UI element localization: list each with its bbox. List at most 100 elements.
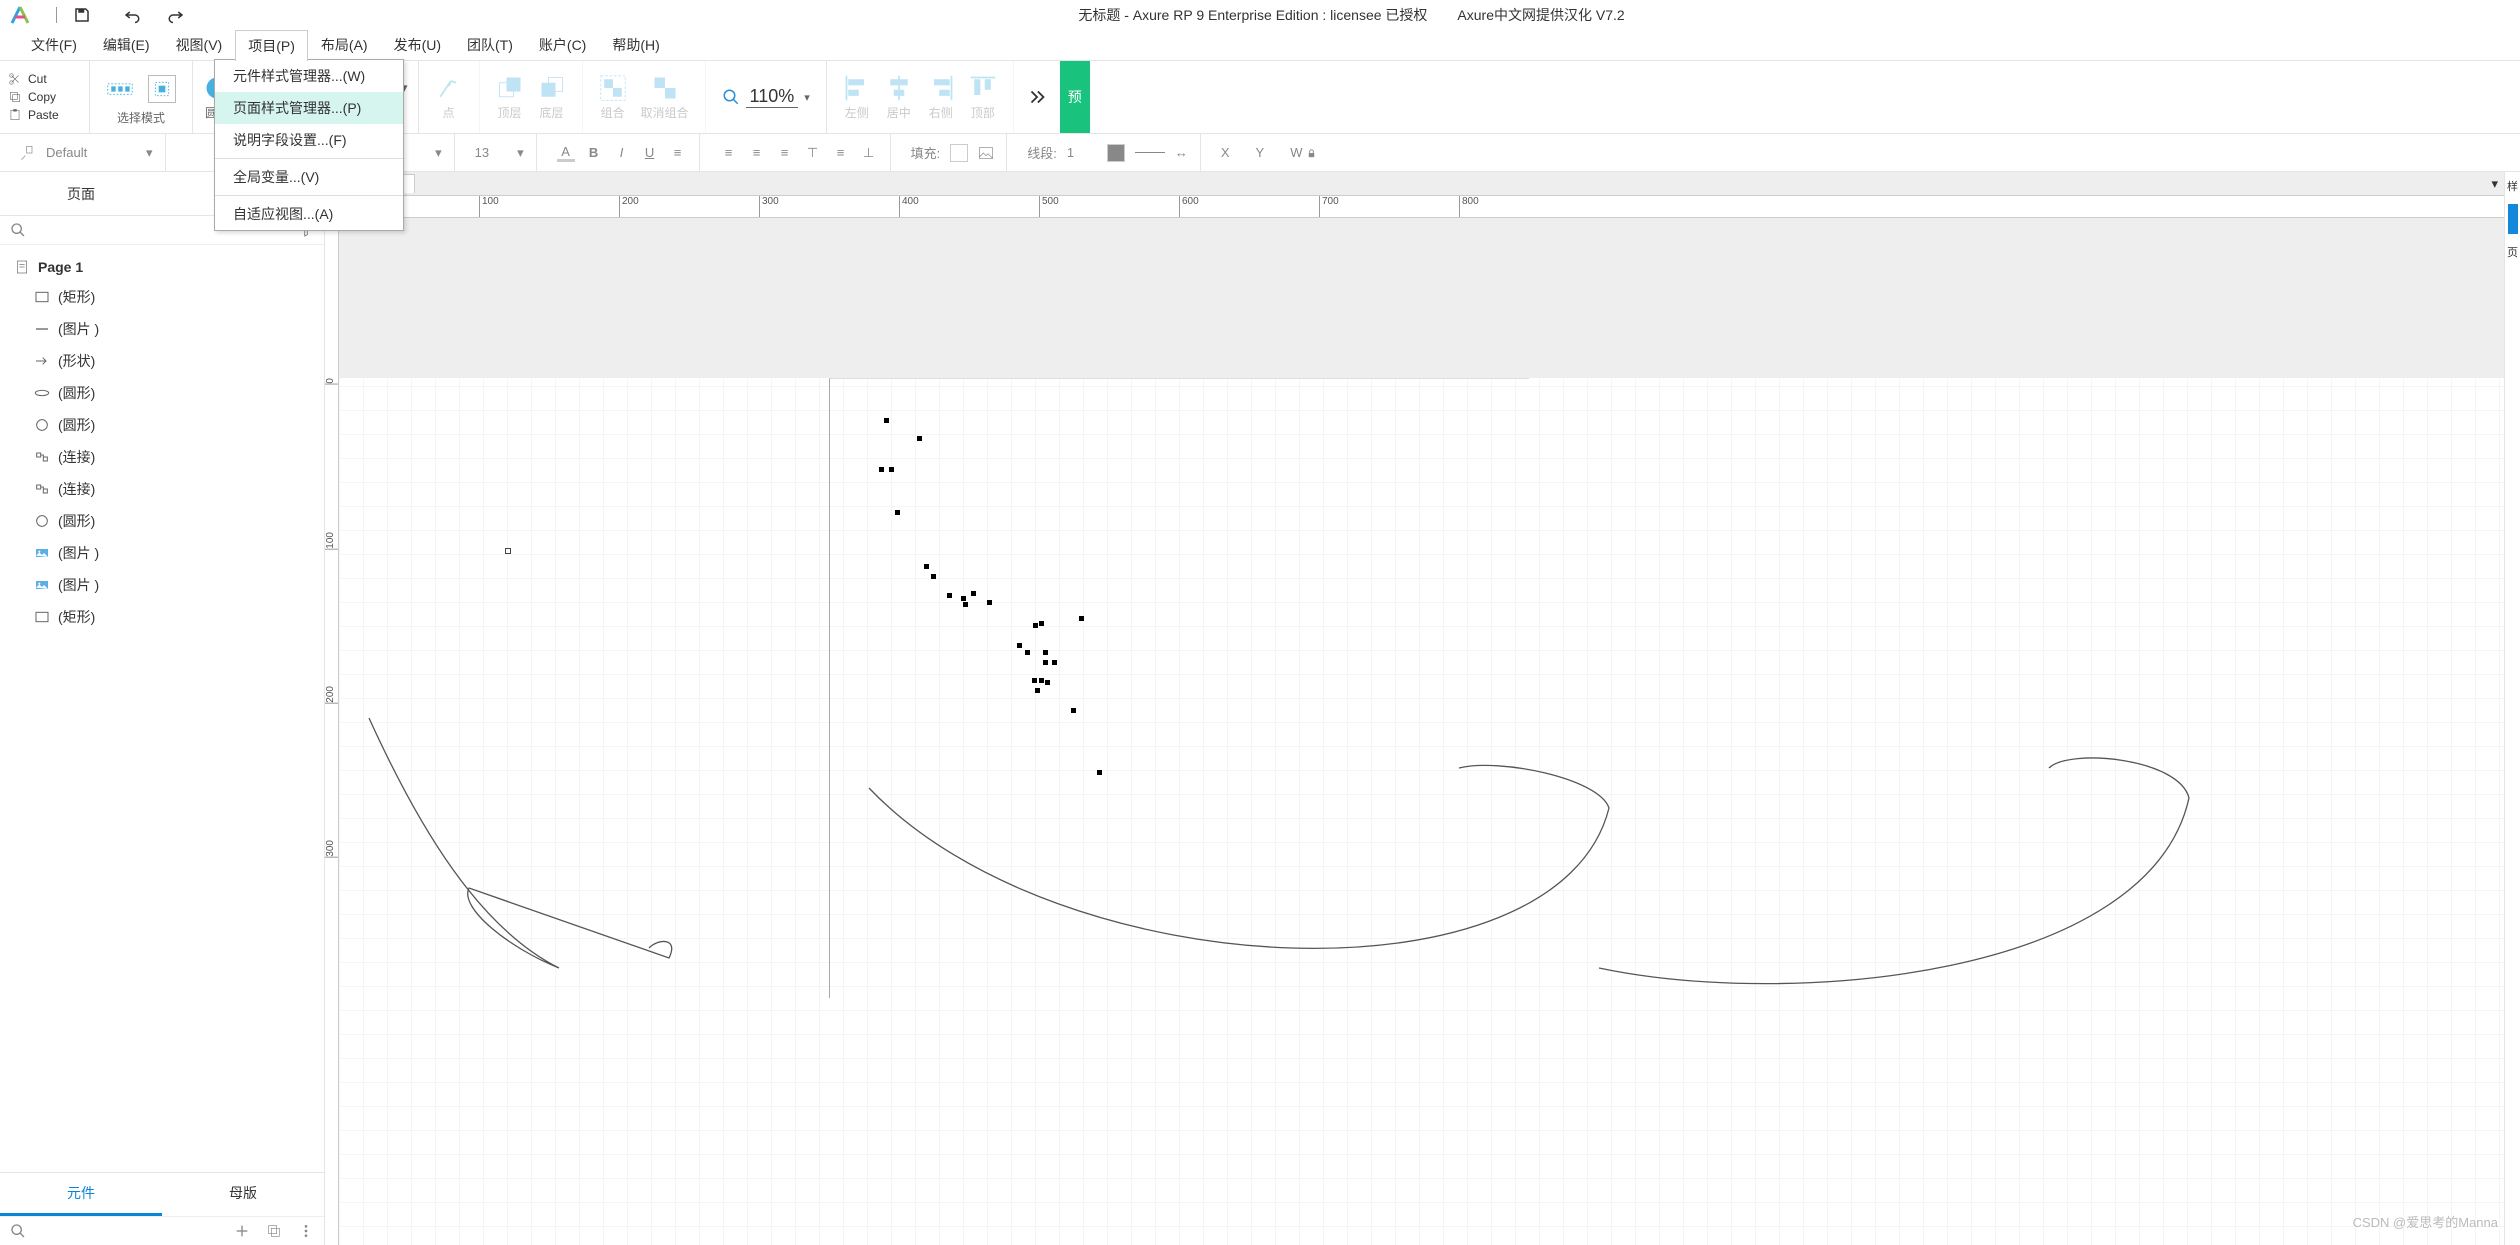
outline-item[interactable]: (图片 ) <box>0 313 324 345</box>
canvas-dot[interactable] <box>1032 678 1037 683</box>
style-dropper-icon[interactable] <box>20 145 36 161</box>
tab-widgets[interactable]: 元件 <box>0 1173 162 1216</box>
submenu-note-fields[interactable]: 说明字段设置...(F) <box>215 124 403 156</box>
align-text-left[interactable]: ≡ <box>720 144 738 162</box>
menu-publish[interactable]: 发布(U) <box>381 29 454 61</box>
canvas-dot[interactable] <box>889 467 894 472</box>
outline-item[interactable]: (矩形) <box>0 601 324 633</box>
copy-lib-icon[interactable] <box>266 1223 282 1239</box>
canvas-element[interactable] <box>505 548 511 554</box>
border-width[interactable]: 1 <box>1067 145 1097 160</box>
more-icon[interactable] <box>298 1223 314 1239</box>
outline-item[interactable]: (矩形) <box>0 281 324 313</box>
align-text-center[interactable]: ≡ <box>748 144 766 162</box>
canvas-dot[interactable] <box>961 596 966 601</box>
menu-file[interactable]: 文件(F) <box>18 29 90 61</box>
outline-item[interactable]: (形状) <box>0 345 324 377</box>
canvas-dot[interactable] <box>1043 650 1048 655</box>
border-swatch[interactable] <box>1107 144 1125 162</box>
outline-item[interactable]: (连接) <box>0 441 324 473</box>
ungroup-button[interactable]: 取消组合 <box>641 74 689 121</box>
canvas-dot[interactable] <box>1035 688 1040 693</box>
bullets-button[interactable]: ≡ <box>669 144 687 162</box>
menu-layout[interactable]: 布局(A) <box>308 29 381 61</box>
align-top[interactable]: 顶部 <box>969 74 997 121</box>
menu-account[interactable]: 账户(C) <box>526 29 599 61</box>
canvas-stage[interactable] <box>339 218 2504 1245</box>
cut-button[interactable]: Cut <box>0 70 89 88</box>
canvas-dot[interactable] <box>1052 660 1057 665</box>
copy-button[interactable]: Copy <box>0 88 89 106</box>
fill-swatch[interactable] <box>950 144 968 162</box>
submenu-global-vars[interactable]: 全局变量...(V) <box>215 161 403 193</box>
canvas-dot[interactable] <box>1033 623 1038 628</box>
canvas-dot[interactable] <box>1079 616 1084 621</box>
undo-icon[interactable] <box>123 6 141 24</box>
tabs-dropdown-icon[interactable]: ▾ <box>2491 176 2498 192</box>
save-icon[interactable] <box>73 6 91 24</box>
fill-image-icon[interactable] <box>978 145 994 161</box>
canvas-dot[interactable] <box>963 602 968 607</box>
send-back[interactable]: 底层 <box>538 74 566 121</box>
canvas-dot[interactable] <box>1025 650 1030 655</box>
tab-masters[interactable]: 母版 <box>162 1173 324 1216</box>
outline-item[interactable]: (圆形) <box>0 377 324 409</box>
canvas-dot[interactable] <box>947 593 952 598</box>
bring-front[interactable]: 顶层 <box>496 74 524 121</box>
canvas-dot[interactable] <box>917 436 922 441</box>
align-left[interactable]: 左侧 <box>843 74 871 121</box>
canvas-dot[interactable] <box>931 574 936 579</box>
arrow-style[interactable]: ↔ <box>1175 145 1188 160</box>
align-center[interactable]: 居中 <box>885 74 913 121</box>
canvas-dot[interactable] <box>971 591 976 596</box>
canvas-dot[interactable] <box>895 510 900 515</box>
menu-project[interactable]: 项目(P) <box>235 30 308 61</box>
redo-icon[interactable] <box>167 6 185 24</box>
menu-help[interactable]: 帮助(H) <box>599 29 672 61</box>
canvas-dot[interactable] <box>1045 680 1050 685</box>
outline-page-node[interactable]: Page 1 <box>0 253 324 281</box>
font-size[interactable]: 13 <box>475 145 489 160</box>
search-icon[interactable] <box>10 1223 26 1239</box>
bold-button[interactable]: B <box>585 144 603 162</box>
more-tools[interactable] <box>1014 61 1060 133</box>
valign-middle[interactable]: ≡ <box>832 144 850 162</box>
preview-button[interactable]: 预 <box>1060 61 1090 133</box>
ruler-vertical[interactable]: 0100200300 <box>325 218 339 1245</box>
canvas-dot[interactable] <box>1043 660 1048 665</box>
valign-top[interactable]: ⊤ <box>804 144 822 162</box>
canvas-dot[interactable] <box>1039 621 1044 626</box>
valign-bottom[interactable]: ⊥ <box>860 144 878 162</box>
italic-button[interactable]: I <box>613 144 631 162</box>
right-strip-label-2[interactable]: 页 <box>2507 244 2518 260</box>
style-name-input[interactable] <box>46 145 136 160</box>
add-icon[interactable] <box>234 1223 250 1239</box>
search-icon[interactable] <box>10 222 26 238</box>
submenu-page-style[interactable]: 页面样式管理器...(P) <box>215 92 403 124</box>
right-strip-active[interactable] <box>2508 204 2518 234</box>
outline-item[interactable]: (圆形) <box>0 505 324 537</box>
select-intersect-icon[interactable] <box>152 79 172 99</box>
outline-item[interactable]: (图片 ) <box>0 537 324 569</box>
canvas-dot[interactable] <box>1071 708 1076 713</box>
canvas-dot[interactable] <box>884 418 889 423</box>
group-button[interactable]: 组合 <box>599 74 627 121</box>
underline-button[interactable]: U <box>641 144 659 162</box>
lock-icon[interactable] <box>1306 148 1317 159</box>
zoom-control[interactable]: 110% ▾ <box>722 86 810 108</box>
select-contained-icon[interactable] <box>106 75 134 103</box>
canvas-dot[interactable] <box>1039 678 1044 683</box>
zoom-value[interactable]: 110% <box>746 86 799 108</box>
paste-button[interactable]: Paste <box>0 106 89 124</box>
outline-item[interactable]: (圆形) <box>0 409 324 441</box>
tab-pages[interactable]: 页面 <box>0 172 162 215</box>
canvas-dot[interactable] <box>987 600 992 605</box>
outline-item[interactable]: (连接) <box>0 473 324 505</box>
canvas-dot[interactable] <box>879 467 884 472</box>
outline-item[interactable]: (图片 ) <box>0 569 324 601</box>
border-style[interactable] <box>1135 152 1165 153</box>
menu-edit[interactable]: 编辑(E) <box>90 29 163 61</box>
submenu-widget-style[interactable]: 元件样式管理器...(W) <box>215 60 403 92</box>
align-text-right[interactable]: ≡ <box>776 144 794 162</box>
right-strip-label-1[interactable]: 样 <box>2507 178 2518 194</box>
